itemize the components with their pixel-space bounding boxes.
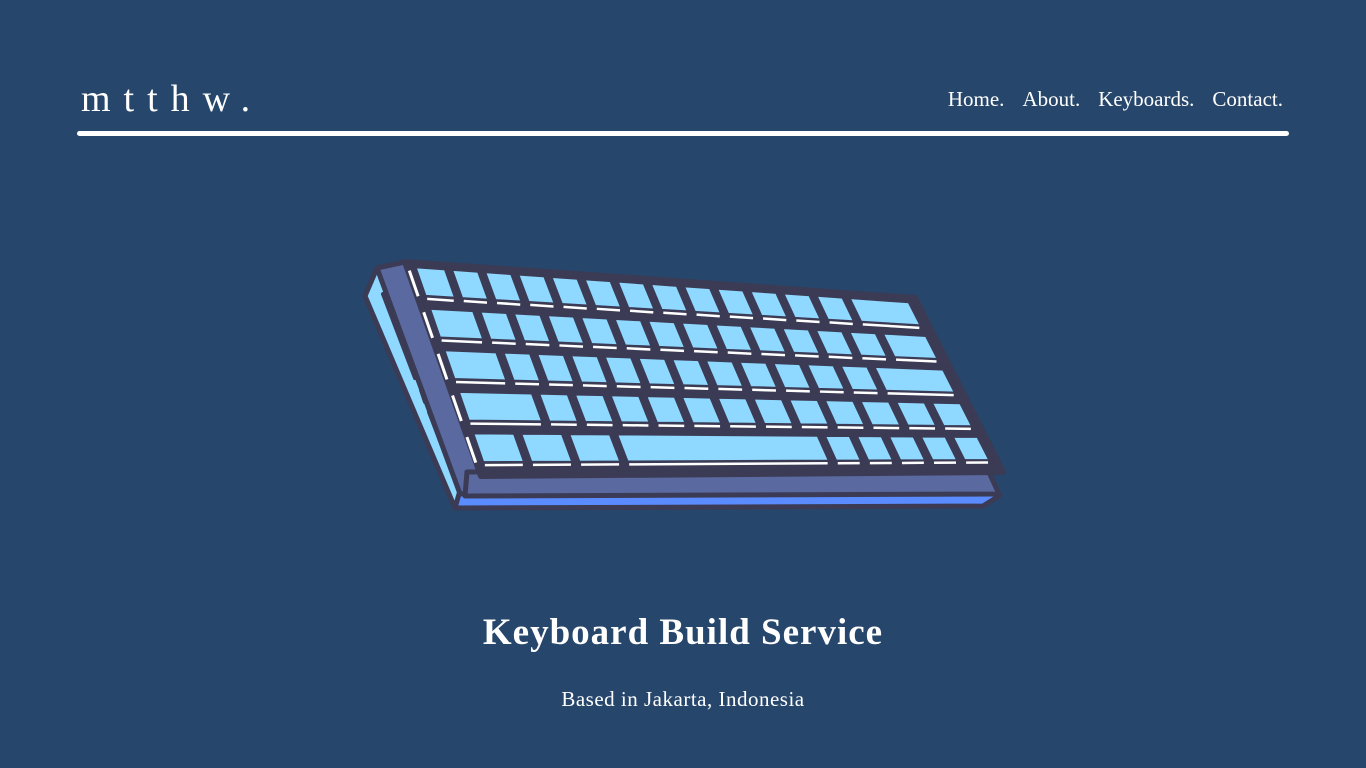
nav-home-link[interactable]: Home. bbox=[948, 87, 1005, 111]
keycap bbox=[427, 306, 486, 342]
keycap-highlight bbox=[650, 385, 675, 390]
keycap-highlight bbox=[530, 303, 554, 308]
keycap-highlight bbox=[559, 344, 584, 348]
keycap-highlight bbox=[492, 341, 516, 346]
nav-about-link[interactable]: About. bbox=[1022, 87, 1080, 111]
keycap-highlight bbox=[786, 389, 810, 393]
keycap-highlight bbox=[629, 309, 654, 314]
keycap-highlight bbox=[616, 384, 641, 389]
keycap-highlight bbox=[496, 301, 521, 306]
keycap-highlight bbox=[470, 422, 541, 426]
nav-contact-link[interactable]: Contact. bbox=[1212, 87, 1283, 111]
keycap bbox=[847, 296, 923, 328]
keycap-highlight bbox=[761, 352, 786, 357]
main-nav: Home. About. Keyboards. Contact. bbox=[948, 87, 1283, 111]
keycap-highlight bbox=[752, 388, 777, 392]
keycap-highlight bbox=[660, 348, 685, 353]
keycap bbox=[456, 389, 545, 424]
keycap-highlight bbox=[549, 383, 573, 387]
keycap-highlight bbox=[862, 356, 887, 361]
keycap-highlight bbox=[455, 380, 506, 385]
keyboard-icon bbox=[355, 250, 1015, 520]
hero-subtitle: Based in Jakarta, Indonesia bbox=[561, 687, 805, 711]
keycap-highlight bbox=[629, 462, 828, 466]
keycap-highlight bbox=[828, 355, 853, 360]
keycap-highlight bbox=[596, 307, 621, 312]
keycap-highlight bbox=[515, 382, 540, 386]
keycap-highlight bbox=[729, 315, 754, 320]
keycap-highlight bbox=[727, 351, 752, 355]
keycap-highlight bbox=[819, 390, 844, 394]
keycap bbox=[442, 348, 509, 383]
header-divider bbox=[77, 131, 1289, 136]
keycap-highlight bbox=[718, 387, 743, 391]
keycap-highlight bbox=[694, 349, 718, 354]
keycap bbox=[872, 364, 958, 395]
keycap-highlight bbox=[663, 311, 687, 316]
keycap bbox=[566, 432, 623, 464]
keycap-highlight bbox=[796, 319, 820, 324]
keycap-highlight bbox=[795, 354, 819, 358]
hero-title: Keyboard Build Service bbox=[482, 611, 884, 653]
nav-keyboards-link[interactable]: Keyboards. bbox=[1098, 87, 1194, 111]
keycap-highlight bbox=[684, 386, 709, 390]
keycap-highlight bbox=[525, 342, 550, 347]
keycap bbox=[614, 432, 832, 464]
keycap-highlight bbox=[626, 347, 651, 351]
keycap-highlight bbox=[582, 384, 607, 388]
keycap-highlight bbox=[762, 317, 787, 322]
site-logo[interactable]: mtthw. bbox=[81, 78, 263, 120]
keycap bbox=[471, 431, 527, 465]
keycap-highlight bbox=[463, 299, 488, 304]
keycap bbox=[518, 431, 575, 464]
landing-page: mtthw. Home. About. Keyboards. Contact. … bbox=[0, 0, 1366, 768]
keycap-highlight bbox=[563, 305, 587, 310]
site-header: mtthw. Home. About. Keyboards. Contact. bbox=[77, 72, 1289, 136]
keycap-highlight bbox=[696, 313, 720, 318]
keycap-highlight bbox=[427, 297, 454, 302]
keycap-highlight bbox=[593, 345, 617, 350]
keycap-highlight bbox=[829, 321, 853, 326]
keycap-highlight bbox=[853, 391, 878, 395]
